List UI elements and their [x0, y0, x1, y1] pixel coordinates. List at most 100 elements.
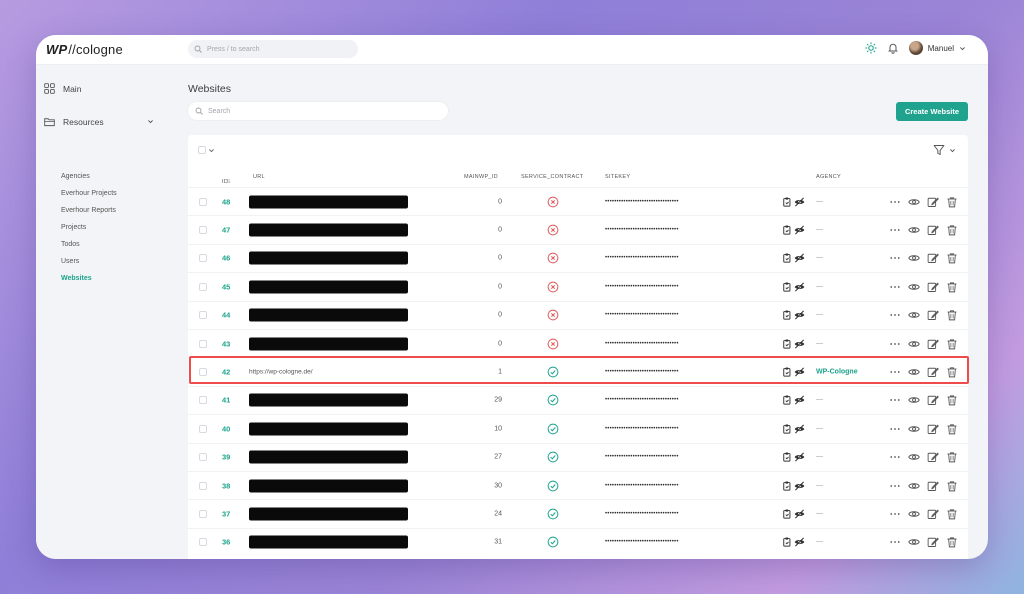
edit-icon[interactable]: [927, 366, 939, 378]
app-logo[interactable]: WP//cologne: [46, 42, 123, 57]
row-checkbox[interactable]: [199, 424, 207, 433]
eye-icon[interactable]: [908, 480, 920, 492]
eye-icon[interactable]: [908, 252, 920, 264]
column-service-contract[interactable]: SERVICE_CONTRACT: [521, 174, 583, 180]
row-id-link[interactable]: 39: [222, 453, 230, 462]
edit-icon[interactable]: [927, 480, 939, 492]
table-row[interactable]: 36 31 •••••••••••••••••••••••••••••••• —: [188, 527, 968, 556]
row-id-link[interactable]: 38: [222, 481, 230, 490]
sun-icon[interactable]: [865, 42, 877, 54]
copy-icon[interactable]: [781, 196, 792, 207]
edit-icon[interactable]: [927, 536, 939, 548]
row-id-link[interactable]: 48: [222, 197, 230, 206]
row-id-link[interactable]: 44: [222, 311, 230, 320]
row-checkbox[interactable]: [199, 197, 207, 206]
table-row[interactable]: 47 0 •••••••••••••••••••••••••••••••• —: [188, 215, 968, 243]
row-id-link[interactable]: 46: [222, 254, 230, 263]
eye-off-icon[interactable]: [794, 423, 805, 434]
eye-off-icon[interactable]: [794, 338, 805, 349]
copy-icon[interactable]: [781, 281, 792, 292]
bell-icon[interactable]: [887, 42, 899, 54]
table-row[interactable]: 42 https://wp-cologne.de/1 •••••••••••••••…: [188, 357, 968, 385]
more-icon[interactable]: [889, 196, 901, 208]
copy-icon[interactable]: [781, 508, 792, 519]
table-row[interactable]: 37 24 •••••••••••••••••••••••••••••••• —: [188, 499, 968, 527]
more-icon[interactable]: [889, 423, 901, 435]
eye-off-icon[interactable]: [794, 253, 805, 264]
url-text[interactable]: https://wp-cologne.de/: [249, 369, 313, 376]
row-checkbox[interactable]: [199, 254, 207, 263]
table-row[interactable]: 39 27 •••••••••••••••••••••••••••••••• —: [188, 442, 968, 471]
row-checkbox[interactable]: [199, 481, 207, 490]
more-icon[interactable]: [889, 366, 901, 378]
select-all-checkbox[interactable]: [198, 146, 206, 154]
more-icon[interactable]: [889, 394, 901, 406]
sidebar-item-todos[interactable]: Todos: [61, 236, 117, 253]
trash-icon[interactable]: [946, 480, 958, 492]
copy-icon[interactable]: [781, 310, 792, 321]
search-input[interactable]: Search: [188, 102, 448, 120]
trash-icon[interactable]: [946, 338, 958, 350]
trash-icon[interactable]: [946, 252, 958, 264]
edit-icon[interactable]: [927, 252, 939, 264]
trash-icon[interactable]: [946, 224, 958, 236]
eye-icon[interactable]: [908, 281, 920, 293]
eye-icon[interactable]: [908, 451, 920, 463]
eye-off-icon[interactable]: [794, 480, 805, 491]
edit-icon[interactable]: [927, 338, 939, 350]
row-checkbox[interactable]: [199, 311, 207, 320]
row-checkbox[interactable]: [199, 339, 207, 348]
edit-icon[interactable]: [927, 508, 939, 520]
row-id-link[interactable]: 43: [222, 339, 230, 348]
table-row[interactable]: 45 0 •••••••••••••••••••••••••••••••• —: [188, 272, 968, 300]
trash-icon[interactable]: [946, 508, 958, 520]
eye-off-icon[interactable]: [794, 452, 805, 463]
bulk-select[interactable]: [198, 146, 215, 154]
row-checkbox[interactable]: [199, 453, 207, 462]
filter-button[interactable]: [933, 144, 956, 156]
more-icon[interactable]: [889, 338, 901, 350]
sidebar-item-users[interactable]: Users: [61, 253, 117, 270]
more-icon[interactable]: [889, 480, 901, 492]
eye-icon[interactable]: [908, 366, 920, 378]
trash-icon[interactable]: [946, 366, 958, 378]
table-row[interactable]: 41 29 •••••••••••••••••••••••••••••••• —: [188, 385, 968, 414]
eye-off-icon[interactable]: [794, 395, 805, 406]
row-checkbox[interactable]: [199, 226, 207, 235]
edit-icon[interactable]: [927, 196, 939, 208]
eye-icon[interactable]: [908, 508, 920, 520]
global-search-input[interactable]: Press / to search: [188, 40, 358, 58]
eye-off-icon[interactable]: [794, 367, 805, 378]
eye-off-icon[interactable]: [794, 281, 805, 292]
sidebar-item-everhour-reports[interactable]: Everhour Reports: [61, 202, 117, 219]
more-icon[interactable]: [889, 281, 901, 293]
row-id-link[interactable]: 37: [222, 509, 230, 518]
trash-icon[interactable]: [946, 423, 958, 435]
sidebar-item-projects[interactable]: Projects: [61, 219, 117, 236]
trash-icon[interactable]: [946, 309, 958, 321]
create-website-button[interactable]: Create Website: [896, 102, 968, 121]
eye-off-icon[interactable]: [794, 225, 805, 236]
row-id-link[interactable]: 47: [222, 226, 230, 235]
chevron-down-icon[interactable]: [147, 118, 154, 125]
copy-icon[interactable]: [781, 480, 792, 491]
edit-icon[interactable]: [927, 309, 939, 321]
more-icon[interactable]: [889, 309, 901, 321]
more-icon[interactable]: [889, 252, 901, 264]
copy-icon[interactable]: [781, 395, 792, 406]
copy-icon[interactable]: [781, 225, 792, 236]
row-id-link[interactable]: 36: [222, 538, 230, 547]
column-mainwp-id[interactable]: MAINWP_ID: [464, 174, 498, 180]
sidebar-item-agencies[interactable]: Agencies: [61, 168, 117, 185]
row-checkbox[interactable]: [199, 282, 207, 291]
table-row[interactable]: 43 0 •••••••••••••••••••••••••••••••• —: [188, 328, 968, 357]
edit-icon[interactable]: [927, 281, 939, 293]
table-row[interactable]: 44 0 •••••••••••••••••••••••••••••••• —: [188, 300, 968, 329]
sidebar-item-websites[interactable]: Websites: [61, 270, 117, 287]
row-checkbox[interactable]: [199, 538, 207, 547]
trash-icon[interactable]: [946, 196, 958, 208]
eye-off-icon[interactable]: [794, 196, 805, 207]
eye-icon[interactable]: [908, 196, 920, 208]
sidebar-item-everhour-projects[interactable]: Everhour Projects: [61, 185, 117, 202]
trash-icon[interactable]: [946, 451, 958, 463]
